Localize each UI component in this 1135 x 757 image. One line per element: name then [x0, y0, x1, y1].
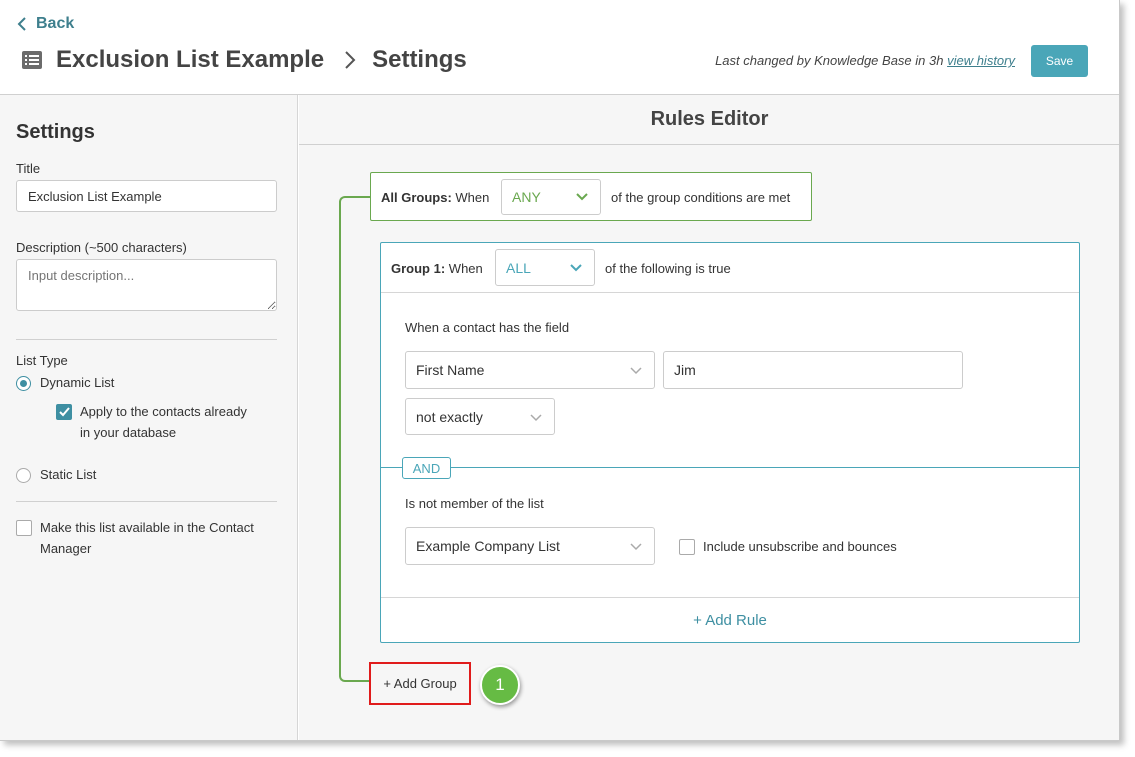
include-unsubscribe-label: Include unsubscribe and bounces — [703, 539, 897, 554]
view-history-link[interactable]: view history — [947, 53, 1015, 68]
all-groups-match-select[interactable]: ANY — [501, 179, 601, 215]
rule-2-label: Is not member of the list — [405, 496, 544, 511]
apply-existing-label: Apply to the contacts already in your da… — [80, 401, 247, 443]
chevron-down-icon — [630, 543, 642, 551]
group-1-label: Group 1: When — [391, 261, 483, 276]
dynamic-list-radio[interactable] — [16, 376, 31, 391]
save-button[interactable]: Save — [1031, 45, 1088, 77]
group-tree-connector — [339, 196, 371, 682]
rule-1-field-select[interactable]: First Name — [405, 351, 655, 389]
all-groups-suffix: of the group conditions are met — [611, 190, 791, 205]
group-1-header: Group 1: When ALL of the following is tr… — [381, 243, 1079, 293]
list-icon — [22, 51, 42, 69]
all-groups-when: When — [455, 190, 490, 205]
breadcrumb-list-name[interactable]: Exclusion List Example — [56, 46, 324, 74]
group-1-match-select[interactable]: ALL — [495, 249, 595, 286]
static-list-label: Static List — [40, 467, 97, 482]
and-divider — [381, 467, 1079, 468]
static-list-radio[interactable] — [16, 468, 31, 483]
last-changed-info: Last changed by Knowledge Base in 3h vie… — [715, 53, 1015, 68]
step-number-badge: 1 — [480, 665, 520, 705]
group-1-bold: Group 1: — [391, 261, 446, 276]
add-rule-button[interactable]: + Add Rule — [381, 598, 1079, 642]
add-group-button[interactable]: + Add Group — [369, 662, 471, 705]
all-groups-label: All Groups: When — [381, 190, 489, 205]
group-1-suffix: of the following is true — [605, 261, 731, 276]
sidebar-divider — [16, 339, 277, 340]
chevron-down-icon — [630, 367, 642, 375]
chevron-down-icon — [530, 414, 542, 422]
back-label: Back — [36, 15, 75, 32]
chevron-down-icon — [576, 193, 588, 201]
all-groups-condition: All Groups: When ANY of the group condit… — [370, 172, 812, 221]
contact-manager-label: Make this list available in the Contact … — [40, 517, 254, 559]
rules-editor-heading: Rules Editor — [299, 95, 1119, 145]
group-1-when: When — [448, 261, 483, 276]
rule-1-label: When a contact has the field — [405, 320, 570, 335]
description-label: Description (~500 characters) — [16, 240, 187, 255]
rule-2-list-value: Example Company List — [416, 538, 560, 554]
group-1-match-value: ALL — [506, 259, 531, 276]
and-connector-badge[interactable]: AND — [402, 457, 451, 479]
contact-manager-checkbox[interactable] — [16, 520, 32, 536]
group-1-panel: Group 1: When ALL of the following is tr… — [380, 242, 1080, 643]
settings-sidebar: Settings Title Description (~500 charact… — [0, 95, 298, 740]
page-title: Settings — [372, 46, 467, 73]
chevron-left-icon — [17, 17, 26, 31]
rule-1-value-input[interactable] — [663, 351, 963, 389]
all-groups-match-value: ANY — [512, 189, 541, 205]
chevron-right-icon — [345, 51, 356, 69]
contact-manager-line2: Manager — [40, 541, 92, 556]
dynamic-list-label: Dynamic List — [40, 375, 115, 390]
title-input[interactable] — [16, 180, 277, 212]
sidebar-heading: Settings — [16, 121, 95, 143]
app-window: Back Exclusion List Example Settings Las… — [0, 0, 1120, 741]
title-label: Title — [16, 161, 41, 176]
back-link[interactable]: Back — [16, 15, 74, 33]
sidebar-divider — [16, 501, 277, 502]
contact-manager-line1: Make this list available in the Contact — [40, 520, 254, 535]
breadcrumb: Exclusion List Example Settings — [22, 44, 467, 76]
rule-1-operator-select[interactable]: not exactly — [405, 398, 555, 435]
description-textarea[interactable] — [16, 259, 277, 311]
apply-existing-line1: Apply to the contacts already — [80, 404, 247, 419]
last-changed-text: Last changed by Knowledge Base in 3h — [715, 53, 944, 68]
apply-existing-line2: in your database — [80, 425, 177, 440]
all-groups-bold: All Groups: — [381, 190, 452, 205]
rule-2-list-select[interactable]: Example Company List — [405, 527, 655, 565]
checkmark-icon — [59, 407, 70, 417]
rule-1-operator-value: not exactly — [416, 408, 483, 425]
chevron-down-icon — [570, 263, 582, 271]
list-type-label: List Type — [16, 353, 68, 368]
rule-1-field-value: First Name — [416, 362, 485, 378]
include-unsubscribe-checkbox[interactable] — [679, 539, 695, 555]
apply-existing-checkbox[interactable] — [56, 404, 72, 420]
